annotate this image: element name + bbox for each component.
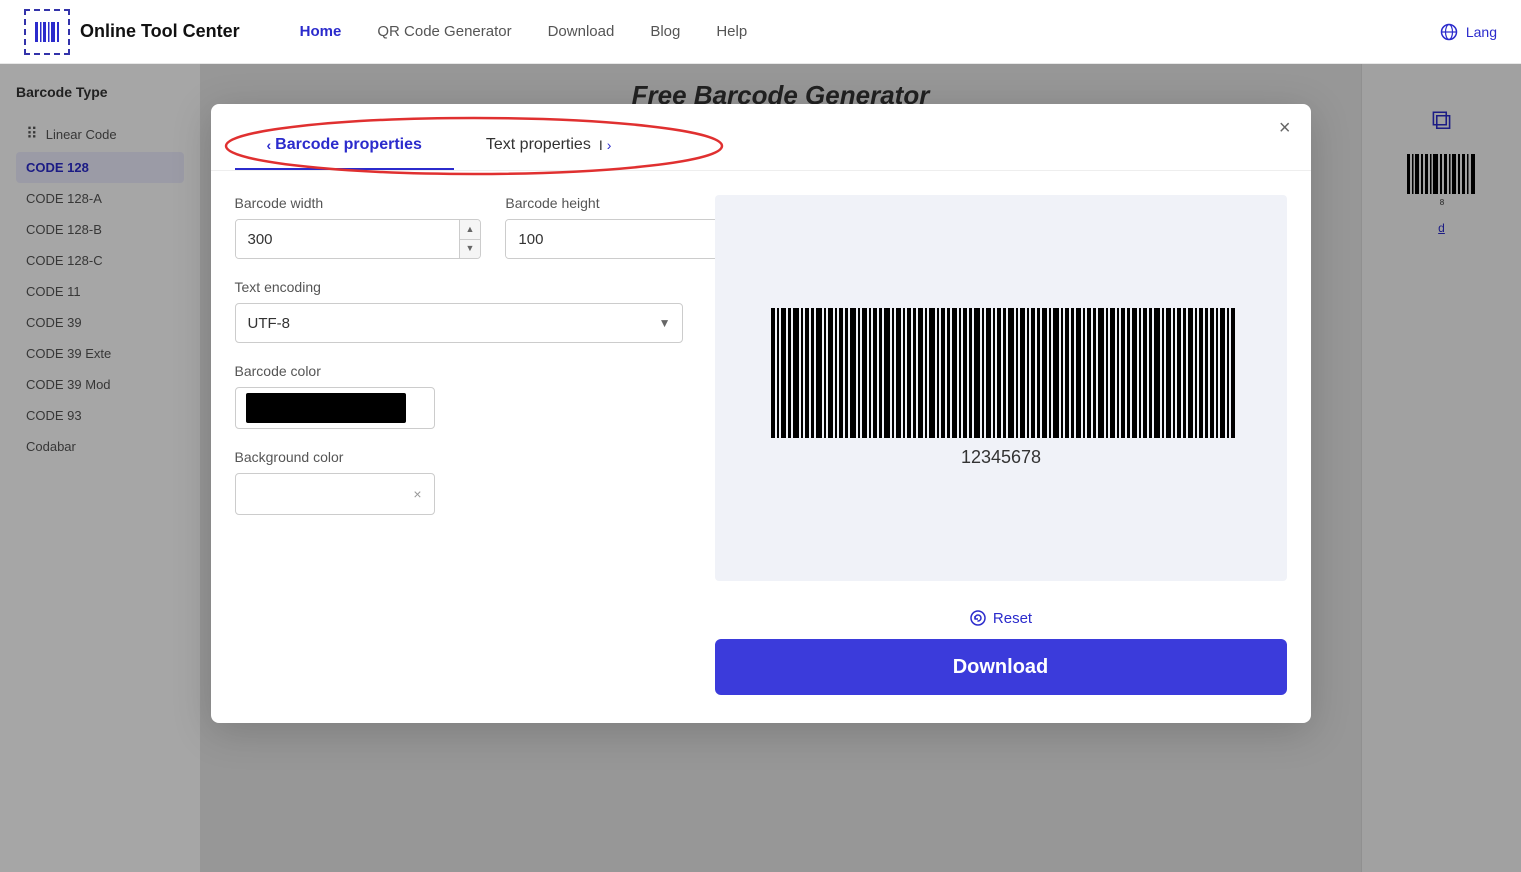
width-up-button[interactable]: ▲ — [460, 220, 481, 240]
dimensions-row: Barcode width ▲ ▼ Barcode height — [235, 195, 683, 259]
width-input[interactable] — [236, 220, 459, 258]
barcode-color-box — [246, 393, 406, 423]
reset-icon — [969, 609, 987, 627]
barcode-color-label: Barcode color — [235, 363, 683, 379]
encoding-group: Text encoding UTF-8 ▼ — [235, 279, 683, 343]
width-group: Barcode width ▲ ▼ — [235, 195, 482, 259]
download-button[interactable]: Download — [715, 639, 1287, 695]
barcode-preview: 12345678 — [715, 195, 1287, 581]
cursor-icon: I — [599, 137, 603, 153]
nav-blog[interactable]: Blog — [650, 23, 680, 40]
encoding-select[interactable]: UTF-8 — [235, 303, 683, 343]
height-input[interactable] — [506, 220, 729, 258]
barcode-container: 12345678 — [761, 298, 1241, 478]
tab-barcode-properties[interactable]: ‹ Barcode properties — [235, 122, 454, 170]
barcode-color-group: Barcode color — [235, 363, 683, 429]
width-down-button[interactable]: ▼ — [460, 240, 481, 259]
clear-icon[interactable]: × — [413, 486, 421, 502]
encoding-select-wrapper: UTF-8 ▼ — [235, 303, 683, 343]
width-label: Barcode width — [235, 195, 482, 211]
modal: ‹ Barcode properties Text properties I ›… — [211, 104, 1311, 723]
width-input-wrapper: ▲ ▼ — [235, 219, 482, 259]
logo[interactable]: Online Tool Center — [24, 9, 240, 55]
nav-qr[interactable]: QR Code Generator — [377, 23, 511, 40]
close-button[interactable]: × — [1279, 118, 1291, 138]
logo-icon — [24, 9, 70, 55]
width-arrows: ▲ ▼ — [459, 220, 481, 258]
tab-text-properties[interactable]: Text properties I › — [454, 122, 644, 170]
bg-color-swatch[interactable]: × — [235, 473, 435, 515]
lang-label: Lang — [1466, 24, 1497, 40]
left-arrow-icon: ‹ — [267, 137, 272, 153]
modal-body: Barcode width ▲ ▼ Barcode height — [211, 171, 1311, 723]
lang-selector[interactable]: Lang — [1440, 23, 1497, 41]
nav-links: Home QR Code Generator Download Blog Hel… — [300, 23, 748, 40]
nav-download[interactable]: Download — [548, 23, 615, 40]
svg-text:12345678: 12345678 — [960, 447, 1040, 467]
encoding-label: Text encoding — [235, 279, 683, 295]
reset-button[interactable]: Reset — [969, 609, 1032, 627]
page-background: Barcode Type ⠿ Linear Code CODE 128 CODE… — [0, 64, 1521, 872]
bg-color-label: Background color — [235, 449, 683, 465]
nav-home[interactable]: Home — [300, 23, 342, 40]
tab-bar: ‹ Barcode properties Text properties I › — [235, 122, 644, 170]
barcode-svg: 12345678 — [761, 298, 1241, 478]
bg-color-group: Background color × — [235, 449, 683, 515]
navbar: Online Tool Center Home QR Code Generato… — [0, 0, 1521, 64]
modal-header: ‹ Barcode properties Text properties I ›… — [211, 104, 1311, 171]
right-panel: 12345678 Reset Downloa — [715, 195, 1287, 695]
globe-icon — [1440, 23, 1458, 41]
barcode-color-swatch[interactable] — [235, 387, 435, 429]
logo-text: Online Tool Center — [80, 21, 240, 42]
right-arrow-icon: › — [607, 137, 612, 153]
left-panel: Barcode width ▲ ▼ Barcode height — [235, 195, 715, 695]
modal-overlay: ‹ Barcode properties Text properties I ›… — [0, 64, 1521, 872]
nav-help[interactable]: Help — [716, 23, 747, 40]
